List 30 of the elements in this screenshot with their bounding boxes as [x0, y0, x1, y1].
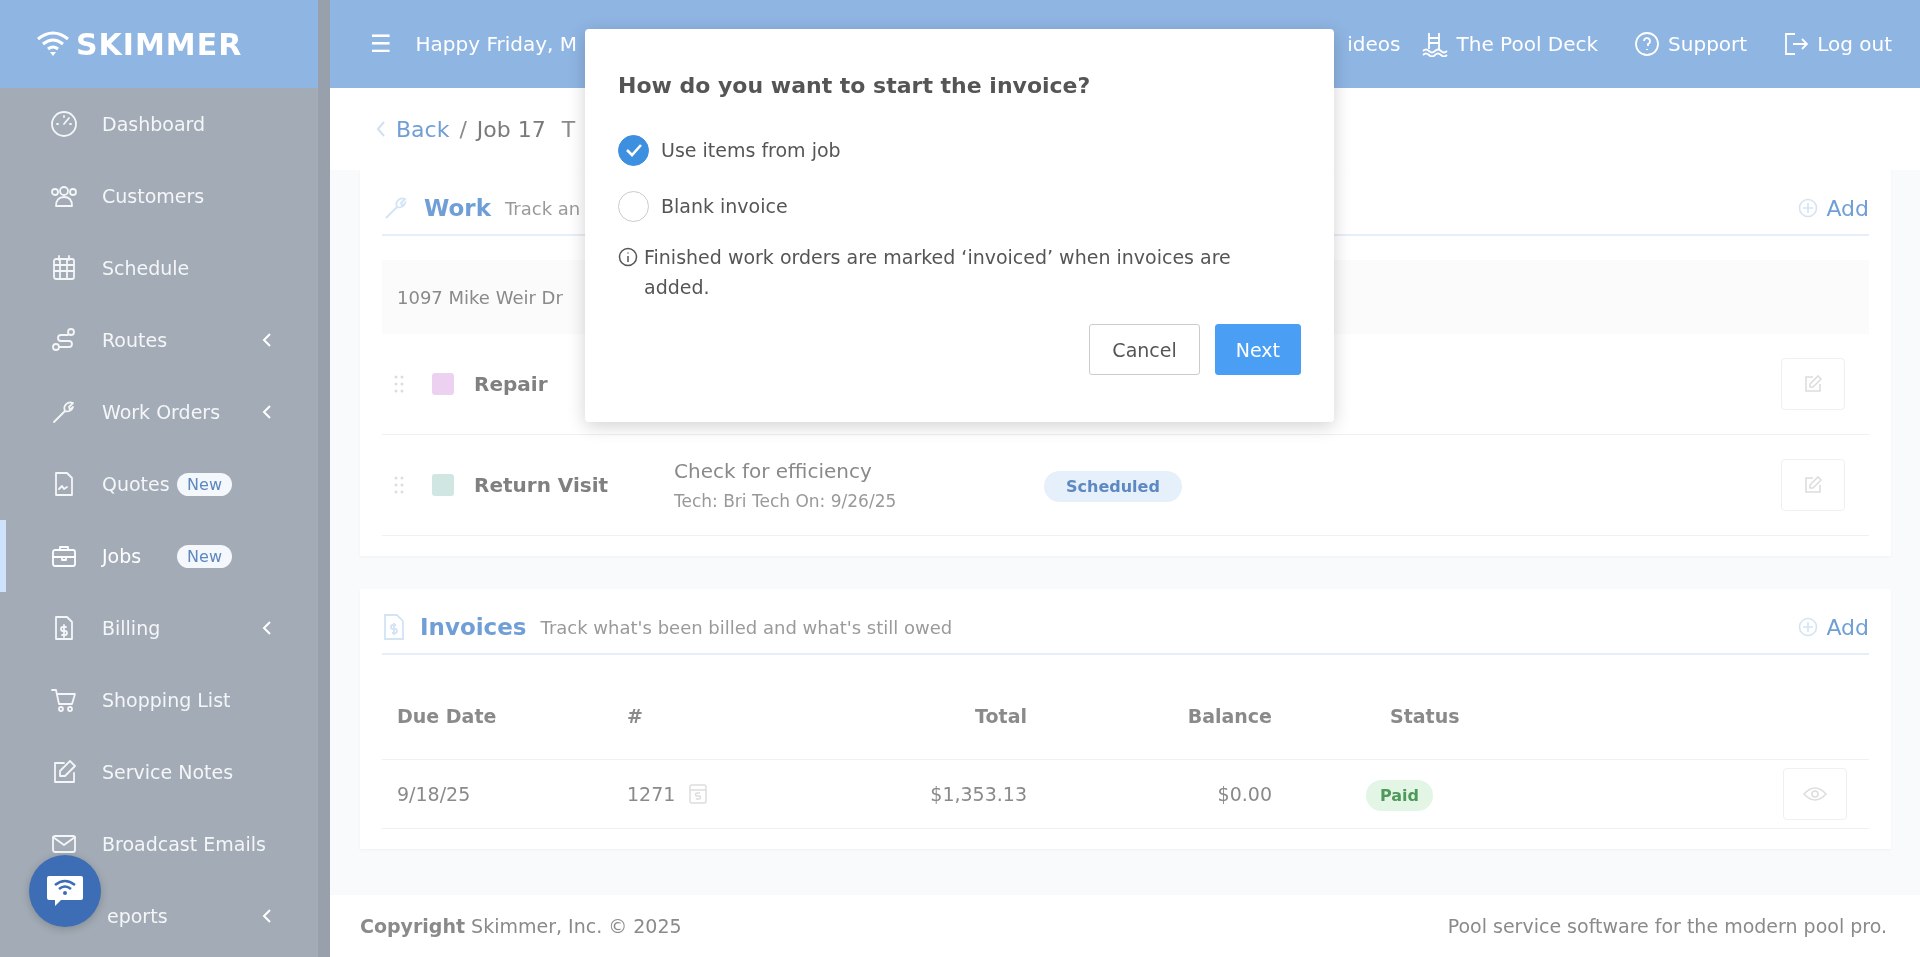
- breadcrumb-separator: /: [459, 116, 467, 142]
- table-cell-text: $0.00: [1216, 783, 1272, 805]
- column-header: Status: [1389, 705, 1461, 727]
- table-cell-text: $1,353.13: [929, 783, 1027, 805]
- work-description: Check for efficiency: [674, 459, 873, 483]
- work-detail: Tech: Bri Tech On: 9/26/25: [674, 491, 898, 511]
- copyright-text: Copyright Skimmer, Inc. © 2025: [360, 915, 682, 937]
- column-header: Balance: [1186, 705, 1272, 727]
- new-badge: New: [177, 544, 232, 568]
- section-subtitle: Track an: [505, 197, 581, 219]
- section-title: Invoices: [420, 614, 527, 640]
- column-header: Total: [974, 705, 1027, 727]
- dialog-title: How do you want to start the invoice?: [618, 73, 1092, 98]
- new-badge: New: [177, 472, 232, 496]
- status-badge: Paid: [1366, 780, 1434, 811]
- status-badge: Scheduled: [1044, 471, 1182, 502]
- table-cell-text: 9/18/25: [397, 783, 472, 805]
- column-header: #: [627, 705, 644, 727]
- work-name: Return Visit: [474, 473, 610, 497]
- note-text: Finished work orders are marked ‘invoiced’ when invoices are added.: [644, 245, 1232, 300]
- section-title: Work: [424, 195, 491, 221]
- page-title: T: [561, 116, 576, 142]
- column-header: Due Date: [397, 705, 498, 727]
- address-text: 1097 Mike Weir Dr: [397, 286, 563, 308]
- work-name: Repair: [474, 372, 549, 396]
- table-cell: 1271: [627, 783, 676, 805]
- breadcrumb-current: Job 17: [476, 116, 546, 142]
- greeting-text: Happy Friday, M: [415, 32, 578, 56]
- section-subtitle: Track what's been billed and what's still owed: [540, 616, 953, 638]
- tagline-text: Pool service software for the modern pool pro.: [1447, 915, 1887, 937]
